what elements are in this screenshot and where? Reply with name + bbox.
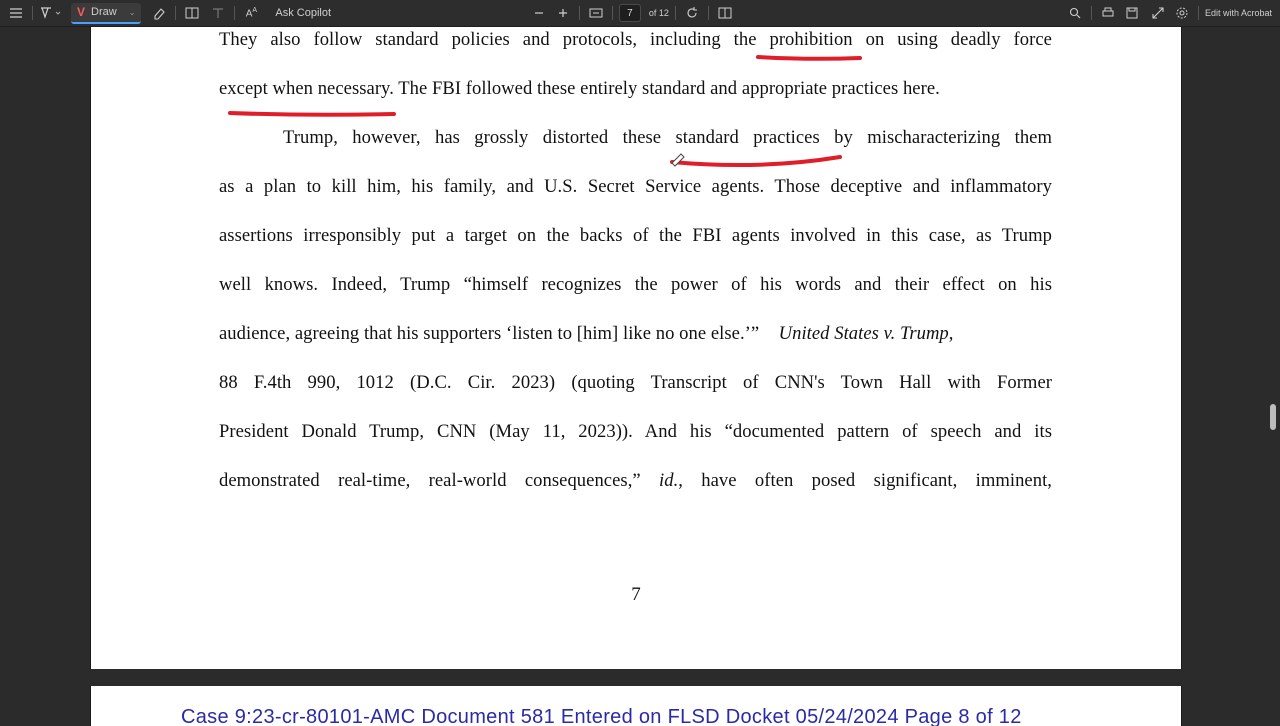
fit-page-icon[interactable] [586,3,606,23]
pdf-toolbar: V Draw ⌄ AA Ask Copilot 7 of 12 Edit wit… [0,0,1280,27]
document-text: demonstrated real-time, real-world conse… [219,470,641,491]
draw-button-label: Draw [91,6,117,18]
fullscreen-icon[interactable] [1148,3,1168,23]
document-text: audience, agreeing that his supporters ‘… [219,323,760,344]
document-line: well knows. Indeed, Trump “himself recog… [219,274,1052,295]
toolbar-divider [611,6,613,20]
toolbar-divider [234,6,236,20]
page-total: of 12 [648,8,669,18]
chevron-down-icon[interactable]: ⌄ [129,8,136,17]
toolbar-divider [578,6,580,20]
eraser-icon[interactable] [149,3,169,23]
page-number-input[interactable]: 7 [618,4,641,22]
save-icon[interactable] [1122,3,1142,23]
toolbar-divider [1090,6,1092,20]
draw-icon: V [77,5,86,19]
id-citation: id. [659,470,679,491]
edit-with-acrobat-button[interactable]: Edit with Acrobat [1205,3,1280,23]
document-text: , have often posed significant, imminent… [678,470,1052,491]
document-line: audience, agreeing that his supporters ‘… [219,323,1052,345]
draw-button[interactable]: V Draw ⌄ [71,2,142,24]
text-icon[interactable] [208,3,228,23]
settings-icon[interactable] [1172,3,1192,23]
document-line: They also follow standard policies and p… [219,29,1052,50]
toolbar-divider [1197,6,1199,20]
split-view-icon[interactable] [182,3,202,23]
ask-copilot-button[interactable]: Ask Copilot [271,3,335,23]
document-line: 88 F.4th 990, 1012 (D.C. Cir. 2023) (quo… [219,372,1052,393]
document-line: as a plan to kill him, his family, and U… [219,176,1052,197]
document-line: President Donald Trump, CNN (May 11, 202… [219,421,1052,442]
list-icon[interactable] [6,3,26,23]
case-citation: United States v. Trump [778,323,949,344]
document-text: , [948,323,954,344]
vertical-scrollbar-thumb[interactable] [1270,404,1276,430]
highlight-icon[interactable] [39,3,63,23]
page-number: 7 [631,584,641,605]
docket-header: Case 9:23-cr-80101-AMC Document 581 Ente… [181,706,1022,726]
document-line: demonstrated real-time, real-world conse… [219,470,1052,492]
pdf-page: They also follow standard policies and p… [90,27,1182,669]
toolbar-divider [175,6,177,20]
zoom-in-icon[interactable] [553,3,573,23]
document-line: except when necessary. The FBI followed … [219,78,940,99]
search-icon[interactable] [1065,3,1085,23]
toolbar-divider [674,6,676,20]
toolbar-divider [707,6,709,20]
toolbar-divider [32,6,33,20]
viewer-background [0,27,90,720]
print-icon[interactable] [1098,3,1118,23]
two-page-icon[interactable] [715,3,735,23]
document-line: assertions irresponsibly put a target on… [219,225,1052,246]
zoom-out-icon[interactable] [529,3,549,23]
edit-with-acrobat-label: Edit with Acrobat [1204,8,1272,18]
document-line: Trump, however, has grossly distorted th… [283,127,1052,148]
next-pdf-page: Case 9:23-cr-80101-AMC Document 581 Ente… [90,686,1182,726]
rotate-icon[interactable] [682,3,702,23]
ask-copilot-label: Ask Copilot [275,7,332,19]
read-aloud-icon[interactable]: AA [241,3,261,23]
